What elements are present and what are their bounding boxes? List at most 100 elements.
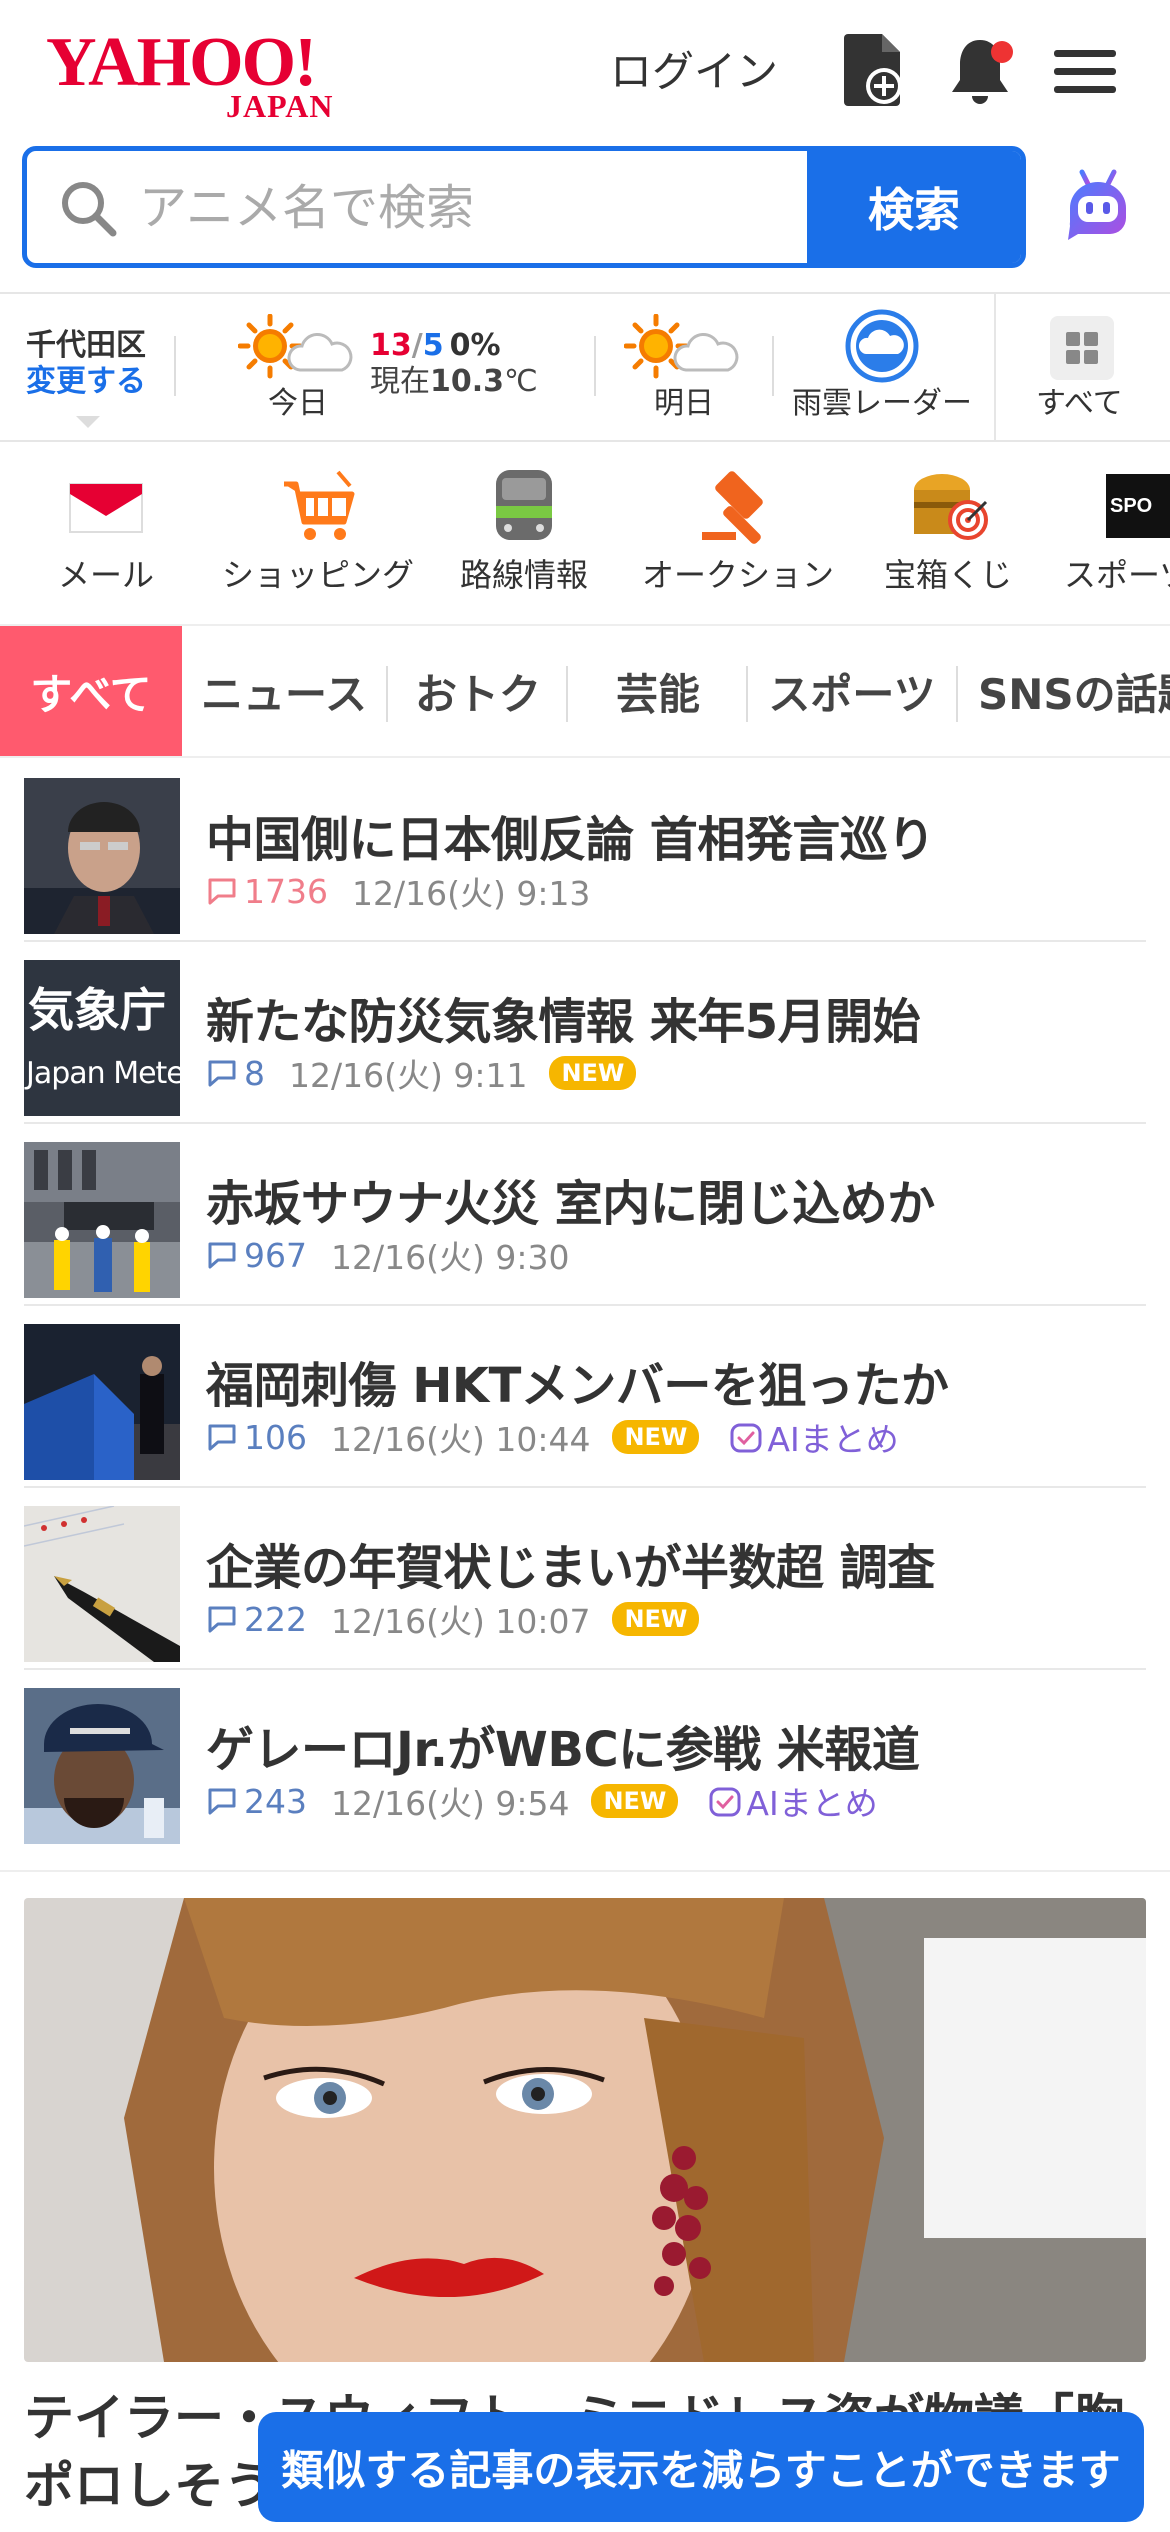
comment-count-value: 106 [244, 1417, 307, 1457]
tab-deals[interactable]: おトク [390, 626, 566, 756]
svg-text:SPO: SPO [1110, 495, 1152, 517]
service-auction[interactable]: オークション [640, 458, 836, 598]
search-icon [59, 179, 119, 243]
new-badge: NEW [591, 1784, 679, 1818]
current-temperature: 現在10.3℃ [370, 364, 538, 400]
change-area-link[interactable]: 変更する [26, 364, 146, 400]
yahoo-japan-logo[interactable]: YAHOO! JAPAN [46, 28, 366, 123]
news-meta: 106 12/16(火) 10:44 NEW AIまとめ [206, 1413, 899, 1461]
news-thumbnail [24, 778, 180, 934]
notification-dot [991, 41, 1013, 63]
news-item[interactable]: 福岡刺傷 HKTメンバーを狙ったか 106 12/16(火) 10:44 NEW… [24, 1306, 1146, 1488]
today-temperature: 13/5 0% [370, 328, 501, 364]
sports-icon: SPO [1106, 466, 1170, 546]
tomorrow-label: 明日 [654, 386, 714, 421]
temp-low: 5 [422, 328, 444, 363]
news-thumbnail [24, 1142, 180, 1298]
add-document-icon[interactable] [838, 30, 910, 110]
current-temp-unit: ℃ [504, 364, 538, 399]
ai-summary-link[interactable]: AIまとめ [708, 1777, 878, 1825]
ai-summary-label: AIまとめ [746, 1784, 878, 1823]
comment-count-value: 243 [244, 1781, 307, 1821]
news-time: 12/16(火) 9:54 [331, 1784, 570, 1823]
comment-icon [208, 1060, 236, 1087]
comment-count-value: 222 [244, 1599, 307, 1639]
news-item[interactable]: 気象庁 Japan Meteo 新たな防災気象情報 来年5月開始 8 12/16… [24, 942, 1146, 1124]
service-label: オークション [641, 556, 834, 594]
search-button[interactable]: 検索 [807, 151, 1021, 263]
comment-count: 106 [206, 1418, 307, 1457]
tab-entertainment[interactable]: 芸能 [570, 626, 746, 756]
tab-sns[interactable]: SNSの話題 [960, 626, 1170, 756]
tab-news[interactable]: ニュース [186, 626, 382, 756]
ai-assistant-icon[interactable] [1058, 164, 1138, 244]
comment-count-value: 967 [244, 1235, 307, 1275]
menu-icon[interactable] [1050, 30, 1122, 110]
service-mail[interactable]: メール [40, 458, 172, 598]
news-thumbnail [24, 1506, 180, 1662]
ai-summary-label: AIまとめ [767, 1420, 899, 1459]
news-meta: 1736 12/16(火) 9:13 [206, 870, 591, 913]
tomorrow-weather-icon [623, 313, 744, 384]
mail-icon [64, 466, 148, 546]
comment-count: 1736 [206, 872, 328, 911]
grid-icon[interactable] [1050, 316, 1114, 380]
service-shopping[interactable]: ショッピング [220, 458, 416, 598]
train-icon [482, 466, 566, 546]
comment-icon [208, 1606, 236, 1633]
comment-count: 243 [206, 1782, 307, 1821]
ai-summary-link[interactable]: AIまとめ [729, 1413, 899, 1461]
comment-count: 967 [206, 1236, 307, 1275]
shopping-cart-icon [276, 466, 360, 546]
news-item[interactable]: ゲレーロJr.がWBCに参戦 米報道 243 12/16(火) 9:54 NEW… [24, 1670, 1146, 1850]
comment-count-value: 8 [244, 1053, 265, 1093]
current-prefix: 現在 [370, 364, 430, 399]
notification-bell-icon[interactable] [944, 30, 1016, 110]
service-transit[interactable]: 路線情報 [456, 458, 592, 598]
sunny-cloudy-icon [237, 313, 358, 384]
comment-icon [208, 1424, 236, 1451]
service-label: ショッピング [221, 556, 414, 594]
news-time: 12/16(火) 9:13 [351, 874, 591, 913]
service-treasure[interactable]: 宝箱くじ [880, 458, 1016, 598]
service-label: スポーツ [1064, 556, 1170, 594]
news-meta: 222 12/16(火) 10:07 NEW [206, 1598, 700, 1641]
rain-chance: 0% [449, 328, 501, 363]
feature-image[interactable] [24, 1898, 1146, 2362]
rain-radar-icon[interactable] [844, 308, 920, 384]
comment-count: 8 [206, 1054, 265, 1093]
services-row: メール ショッピング 路線情報 オークション 宝箱くじ SPO スポーツ [0, 440, 1170, 600]
today-label: 今日 [268, 386, 328, 421]
news-item[interactable]: 中国側に日本側反論 首相発言巡り 1736 12/16(火) 9:13 [24, 760, 1146, 942]
tab-sports[interactable]: スポーツ [752, 626, 952, 756]
search-input[interactable] [137, 161, 821, 255]
news-thumbnail [24, 1688, 180, 1844]
treasure-box-icon [906, 466, 990, 546]
news-title: 企業の年賀状じまいが半数超 調査 [206, 1540, 935, 1596]
news-title: 中国側に日本側反論 首相発言巡り [206, 812, 935, 868]
rain-radar-link[interactable]: 雨雲レーダー [792, 386, 972, 422]
header: YAHOO! JAPAN ログイン アニメ名で検索 検索 [0, 0, 1170, 290]
news-time: 12/16(火) 10:07 [331, 1602, 591, 1641]
news-time: 12/16(火) 10:44 [331, 1420, 591, 1459]
all-services-link[interactable]: すべて [1036, 386, 1123, 422]
comment-icon [208, 878, 236, 905]
news-item[interactable]: 企業の年賀状じまいが半数超 調査 222 12/16(火) 10:07 NEW [24, 1488, 1146, 1670]
auction-hammer-icon [696, 466, 780, 546]
temp-separator: / [411, 328, 423, 363]
similar-articles-toast[interactable]: 類似する記事の表示を減らすことができます [258, 2412, 1144, 2522]
tab-divider [386, 666, 388, 722]
divider [174, 336, 176, 396]
service-sports[interactable]: SPO スポーツ [1064, 458, 1170, 598]
news-title: 赤坂サウナ火災 室内に閉じ込めか [206, 1176, 935, 1232]
login-link[interactable]: ログイン [610, 42, 778, 102]
ai-summary-icon [730, 1423, 762, 1453]
news-time: 12/16(火) 9:30 [331, 1238, 570, 1277]
service-label: 路線情報 [459, 556, 588, 594]
news-item[interactable]: 赤坂サウナ火災 室内に閉じ込めか 967 12/16(火) 9:30 [24, 1124, 1146, 1306]
ai-summary-icon [709, 1787, 741, 1817]
section-divider [0, 1870, 1170, 1872]
tab-divider [746, 666, 748, 722]
tab-all[interactable]: すべて [0, 626, 182, 756]
news-title: 福岡刺傷 HKTメンバーを狙ったか [206, 1358, 949, 1414]
